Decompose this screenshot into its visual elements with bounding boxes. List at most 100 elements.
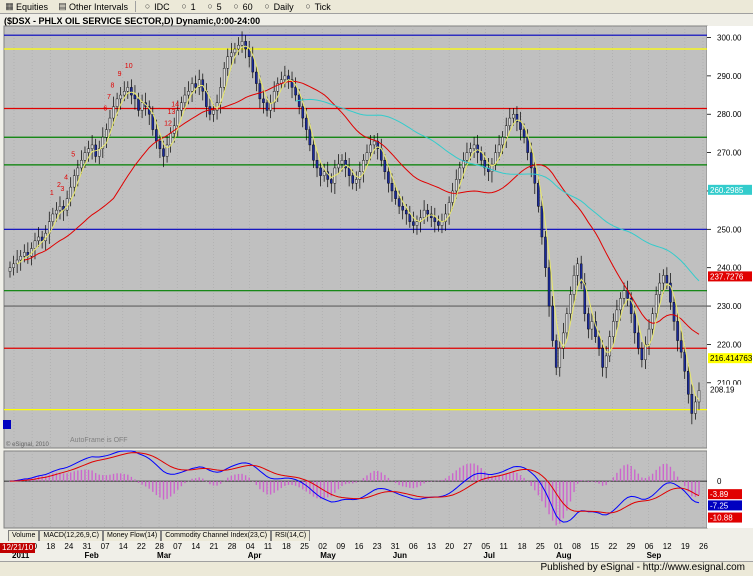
histogram-bar [230,475,233,482]
histogram-bar [62,473,65,482]
candle-body [508,117,512,126]
histogram-bar [148,481,150,489]
histogram-bar [676,476,679,482]
histogram-bar [569,481,572,502]
histogram-bar [169,481,172,497]
candle-body [312,144,315,161]
x-tick-label: 18 [518,542,527,551]
candle-body [319,167,322,176]
x-month-label: Jun [393,551,407,560]
histogram-bar [152,481,154,492]
histogram-bar [177,481,179,490]
candle-body [519,121,522,130]
histogram-bar [369,472,372,482]
candle-body [130,87,133,96]
histogram-bar [573,481,575,493]
histogram-bar [284,481,286,486]
candle-body [458,167,462,180]
x-tick-label: 06 [409,542,418,551]
candle-body [433,217,437,222]
td-count-label: 1 [50,190,54,197]
tab-2[interactable]: Money Flow(14) [103,530,162,541]
histogram-bar [366,475,368,482]
candle-body [697,390,701,403]
candle-body [658,282,662,295]
histogram-bar [448,475,450,482]
candle-body [522,129,526,138]
histogram-bar [426,481,429,482]
x-tick-label: 05 [481,542,490,551]
y-tick-label: 290.00 [717,72,742,81]
y-tick-label: 250.00 [717,225,742,234]
y-tick-label: 280.00 [717,110,742,119]
histogram-bar [509,472,511,482]
candle-body [90,144,94,149]
candle-body [58,206,62,211]
x-tick-label: 01 [554,542,563,551]
histogram-bar [259,481,261,490]
candle-body [512,114,515,119]
candle-body [233,48,237,54]
x-tick-label: 22 [608,542,617,551]
x-tick-label: 31 [83,542,92,551]
histogram-bar [73,471,75,482]
candle-body [590,321,594,330]
candle-body [615,309,619,322]
histogram-bar [352,481,354,484]
x-tick-label: 24 [64,542,73,551]
histogram-bar [430,481,432,482]
y-tick-label: 230.00 [717,302,742,311]
histogram-bar [105,475,108,482]
histogram-bar [77,470,79,482]
histogram-bar [334,481,336,493]
histogram-bar [316,481,318,499]
td-count-label: 12 [164,121,172,128]
histogram-bar [287,481,290,485]
candle-body [240,41,244,46]
candle-body [633,313,637,334]
x-tick-label: 09 [336,542,345,551]
histogram-bar [269,481,272,495]
histogram-bar [377,470,379,482]
x-month-label: Feb [85,551,99,560]
tab-3[interactable]: Commodity Channel Index(23,C) [161,530,272,541]
histogram-bar [673,471,675,482]
x-tick-label: 21 [209,542,218,551]
histogram-bar [669,466,672,482]
candle-body [162,148,165,157]
histogram-bar [294,481,297,486]
histogram-bar [337,481,340,490]
histogram-bar [394,481,397,484]
candle-body [355,179,358,184]
candle-body [194,83,197,88]
candle-body [647,328,651,345]
candle-body [244,41,247,50]
tab-1[interactable]: MACD(12,26,9,C) [39,530,103,541]
histogram-bar [387,477,390,482]
histogram-bar [41,476,43,482]
td-count-label: 7 [107,94,111,101]
candle-body [476,144,479,153]
candle-body [597,336,601,349]
candle-body [372,140,376,146]
histogram-bar [655,469,657,482]
histogram-bar [473,463,475,482]
tab-4[interactable]: RSI(14,C) [271,530,311,541]
histogram-bar [84,469,86,482]
tab-0[interactable]: Volume [8,530,40,541]
candle-body [533,167,537,184]
histogram-bar [451,473,454,482]
candle-body [412,221,415,226]
histogram-bar [630,465,632,482]
indicator-tick-label: 0 [717,477,722,486]
histogram-bar [444,478,447,482]
chart-canvas[interactable]: 210.00220.00230.00240.00250.00260.00270.… [0,0,753,575]
histogram-bar [484,471,486,482]
candle-body [554,340,558,368]
td-count-label: 14 [171,102,179,109]
x-tick-label: 26 [699,542,708,551]
td-count-label: 6 [103,105,107,112]
candle-body [426,209,429,215]
histogram-bar [512,471,515,482]
candle-body [262,98,265,103]
